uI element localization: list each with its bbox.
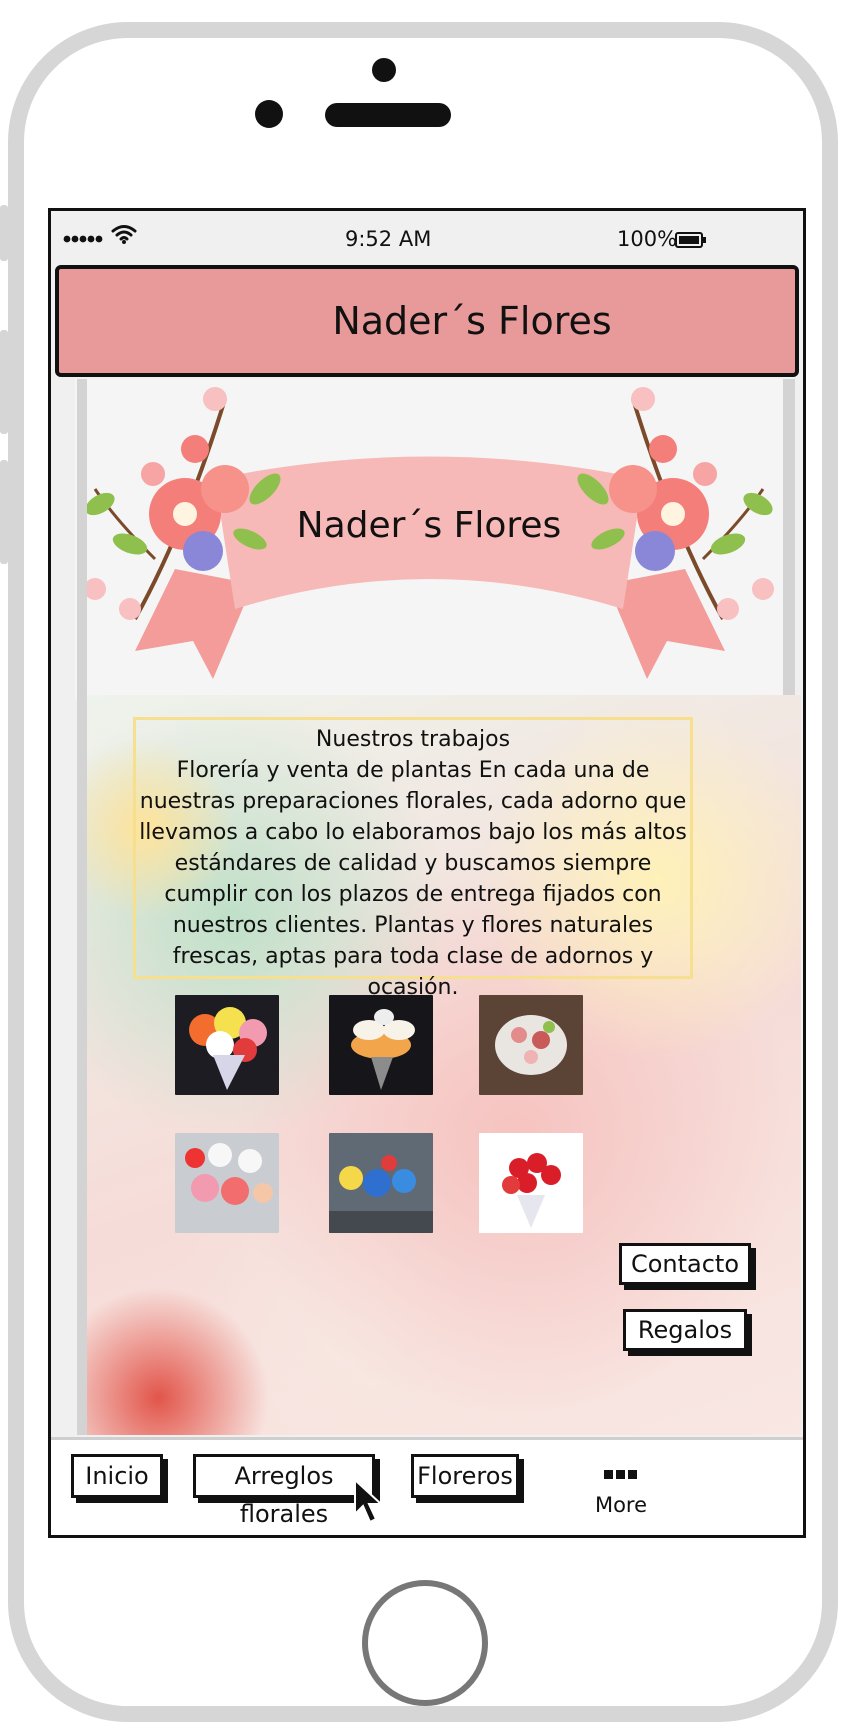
wifi-icon — [111, 223, 137, 250]
home-button[interactable] — [362, 1580, 488, 1706]
gallery-image[interactable] — [175, 995, 279, 1095]
gifts-button[interactable]: Regalos — [623, 1309, 747, 1351]
gallery-image[interactable] — [175, 1133, 279, 1233]
tab-floreros[interactable]: Floreros — [411, 1454, 519, 1498]
tab-arreglos-florales[interactable]: Arreglos florales — [193, 1454, 375, 1528]
app-header: Nader´s Flores — [55, 265, 799, 377]
hero-banner: Nader´s Flores — [75, 379, 783, 699]
bottom-tab-bar: Inicio Arreglos florales Floreros More — [51, 1437, 803, 1535]
signal-dots-icon — [63, 227, 105, 251]
phone-screen: 9:52 AM 100% Nader´s Flores Nader´s Flor… — [48, 208, 806, 1538]
intro-body: Florería y venta de plantas En cada una … — [139, 758, 687, 1000]
contact-button[interactable]: Contacto — [619, 1243, 751, 1285]
content-panel: Nuestros trabajos Florería y venta de pl… — [87, 695, 801, 1435]
banner-title: Nader´s Flores — [296, 505, 562, 546]
gallery-image[interactable] — [329, 995, 433, 1095]
scrollbar-right[interactable] — [783, 379, 795, 699]
intro-heading: Nuestros trabajos — [315, 727, 511, 752]
earpiece-speaker — [325, 103, 451, 127]
tab-inicio[interactable]: Inicio — [71, 1454, 163, 1498]
tab-more[interactable]: More — [571, 1450, 671, 1530]
more-label: More — [594, 1493, 648, 1517]
battery-percent: 100% — [617, 227, 678, 251]
volume-up-button — [0, 330, 8, 434]
scrollbar-left[interactable] — [77, 379, 87, 1435]
gallery-image[interactable] — [479, 995, 583, 1095]
battery-icon — [675, 229, 707, 253]
mute-switch — [0, 205, 8, 261]
app-title: Nader´s Flores — [332, 299, 612, 343]
clock-text: 9:52 AM — [345, 227, 432, 251]
volume-down-button — [0, 460, 8, 564]
gallery-image[interactable] — [479, 1133, 583, 1233]
mouse-cursor-icon — [353, 1477, 385, 1528]
proximity-sensor — [255, 100, 283, 128]
front-camera — [372, 58, 396, 82]
gallery-image[interactable] — [329, 1133, 433, 1233]
status-bar: 9:52 AM 100% — [51, 211, 803, 265]
more-dots-icon — [571, 1466, 671, 1485]
intro-textbox: Nuestros trabajos Florería y venta de pl… — [133, 717, 693, 1000]
